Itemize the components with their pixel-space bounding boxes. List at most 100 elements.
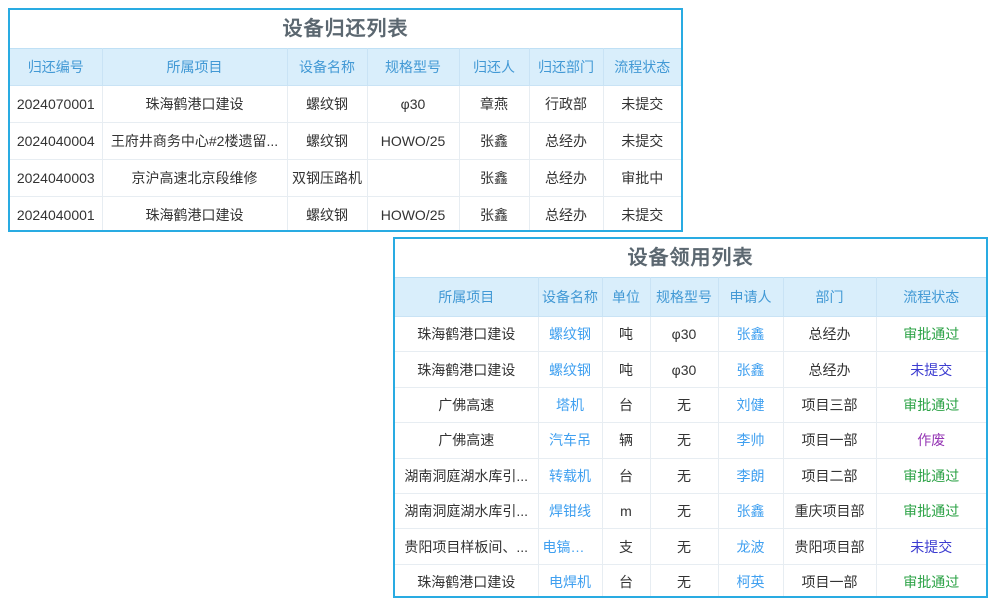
link-cell[interactable]: 张鑫 [718,493,783,528]
cell: 2024040004 [10,123,102,160]
cell: 吨 [602,317,650,352]
link-cell[interactable]: 电焊机 [538,564,602,598]
equipment-return-panel: 设备归还列表 归还编号所属项目设备名称规格型号归还人归还部门流程状态 20240… [8,8,683,232]
link-cell[interactable]: 焊钳线 [538,493,602,528]
cell: 2024070001 [10,86,102,123]
link-cell[interactable]: 李朗 [718,458,783,493]
link-cell[interactable]: 张鑫 [718,352,783,387]
equipment-issue-panel: 设备领用列表 所属项目设备名称单位规格型号申请人部门流程状态 珠海鹤港口建设螺纹… [393,237,988,598]
column-header: 规格型号 [367,49,459,86]
status-cell: 审批通过 [876,317,986,352]
table-row: 2024040003京沪高速北京段维修双钢压路机张鑫总经办审批中 [10,160,681,197]
cell: 项目二部 [783,458,876,493]
link-cell[interactable]: 汽车吊 [538,423,602,458]
cell: 无 [650,529,718,564]
cell: 珠海鹤港口建设 [102,197,287,233]
link-cell[interactable]: 转载机 [538,458,602,493]
cell: HOWO/25 [367,123,459,160]
column-header: 归还人 [459,49,529,86]
cell: 项目三部 [783,387,876,422]
cell: 2024040001 [10,197,102,233]
table-row: 2024070001珠海鹤港口建设螺纹钢φ30章燕行政部未提交 [10,86,681,123]
equipment-issue-title: 设备领用列表 [395,239,986,277]
equipment-return-table: 归还编号所属项目设备名称规格型号归还人归还部门流程状态 2024070001珠海… [10,48,681,232]
status-cell: 未提交 [876,352,986,387]
cell: 台 [602,387,650,422]
table-row: 2024040004王府井商务中心#2楼遗留...螺纹钢HOWO/25张鑫总经办… [10,123,681,160]
cell: 双钢压路机 [287,160,367,197]
link-cell[interactable]: 李帅 [718,423,783,458]
link-cell[interactable]: 刘健 [718,387,783,422]
table-row: 2024040001珠海鹤港口建设螺纹钢HOWO/25张鑫总经办未提交 [10,197,681,233]
issue-table-header: 所属项目设备名称单位规格型号申请人部门流程状态 [395,278,986,317]
cell: 2024040003 [10,160,102,197]
cell: 张鑫 [459,197,529,233]
column-header: 流程状态 [603,49,681,86]
table-row: 珠海鹤港口建设螺纹钢吨φ30张鑫总经办审批通过 [395,317,986,352]
table-row: 湖南洞庭湖水库引...转载机台无李朗项目二部审批通过 [395,458,986,493]
column-header: 流程状态 [876,278,986,317]
cell: 总经办 [529,160,603,197]
cell: 螺纹钢 [287,86,367,123]
table-row: 珠海鹤港口建设螺纹钢吨φ30张鑫总经办未提交 [395,352,986,387]
column-header: 所属项目 [395,278,538,317]
link-cell[interactable]: 张鑫 [718,317,783,352]
cell: 无 [650,387,718,422]
equipment-issue-table: 所属项目设备名称单位规格型号申请人部门流程状态 珠海鹤港口建设螺纹钢吨φ30张鑫… [395,277,986,598]
link-cell[interactable]: 螺纹钢 [538,352,602,387]
cell: 贵阳项目样板间、... [395,529,538,564]
cell: 贵阳项目部 [783,529,876,564]
cell: 无 [650,423,718,458]
cell: 无 [650,564,718,598]
cell: 吨 [602,352,650,387]
cell: 珠海鹤港口建设 [395,317,538,352]
status-cell: 审批通过 [876,493,986,528]
header-row: 所属项目设备名称单位规格型号申请人部门流程状态 [395,278,986,317]
cell: 京沪高速北京段维修 [102,160,287,197]
column-header: 部门 [783,278,876,317]
cell: m [602,493,650,528]
table-row: 湖南洞庭湖水库引...焊钳线m无张鑫重庆项目部审批通过 [395,493,986,528]
column-header: 归还部门 [529,49,603,86]
cell: 总经办 [783,317,876,352]
link-cell[interactable]: 螺纹钢 [538,317,602,352]
link-cell[interactable]: 电镐尖凿 [538,529,602,564]
link-cell[interactable]: 塔机 [538,387,602,422]
link-cell[interactable]: 柯英 [718,564,783,598]
status-cell: 审批通过 [876,564,986,598]
cell: 湖南洞庭湖水库引... [395,458,538,493]
cell: φ30 [367,86,459,123]
cell: 无 [650,458,718,493]
cell: 王府井商务中心#2楼遗留... [102,123,287,160]
return-table-body: 2024070001珠海鹤港口建设螺纹钢φ30章燕行政部未提交202404000… [10,86,681,233]
cell: 行政部 [529,86,603,123]
cell: HOWO/25 [367,197,459,233]
issue-table-body: 珠海鹤港口建设螺纹钢吨φ30张鑫总经办审批通过珠海鹤港口建设螺纹钢吨φ30张鑫总… [395,317,986,599]
cell: 总经办 [529,197,603,233]
cell: 辆 [602,423,650,458]
cell: 珠海鹤港口建设 [395,352,538,387]
column-header: 规格型号 [650,278,718,317]
cell: 项目一部 [783,564,876,598]
cell: 台 [602,564,650,598]
cell: 支 [602,529,650,564]
cell: φ30 [650,317,718,352]
cell: φ30 [650,352,718,387]
cell: 无 [650,493,718,528]
link-cell[interactable]: 龙波 [718,529,783,564]
cell: 张鑫 [459,123,529,160]
cell [367,160,459,197]
cell: 总经办 [783,352,876,387]
cell: 项目一部 [783,423,876,458]
table-row: 珠海鹤港口建设电焊机台无柯英项目一部审批通过 [395,564,986,598]
cell: 广佛高速 [395,423,538,458]
cell: 湖南洞庭湖水库引... [395,493,538,528]
status-cell: 审批通过 [876,458,986,493]
status-cell: 审批通过 [876,387,986,422]
status-cell: 未提交 [603,123,681,160]
column-header: 设备名称 [287,49,367,86]
column-header: 申请人 [718,278,783,317]
header-row: 归还编号所属项目设备名称规格型号归还人归还部门流程状态 [10,49,681,86]
cell: 章燕 [459,86,529,123]
column-header: 归还编号 [10,49,102,86]
